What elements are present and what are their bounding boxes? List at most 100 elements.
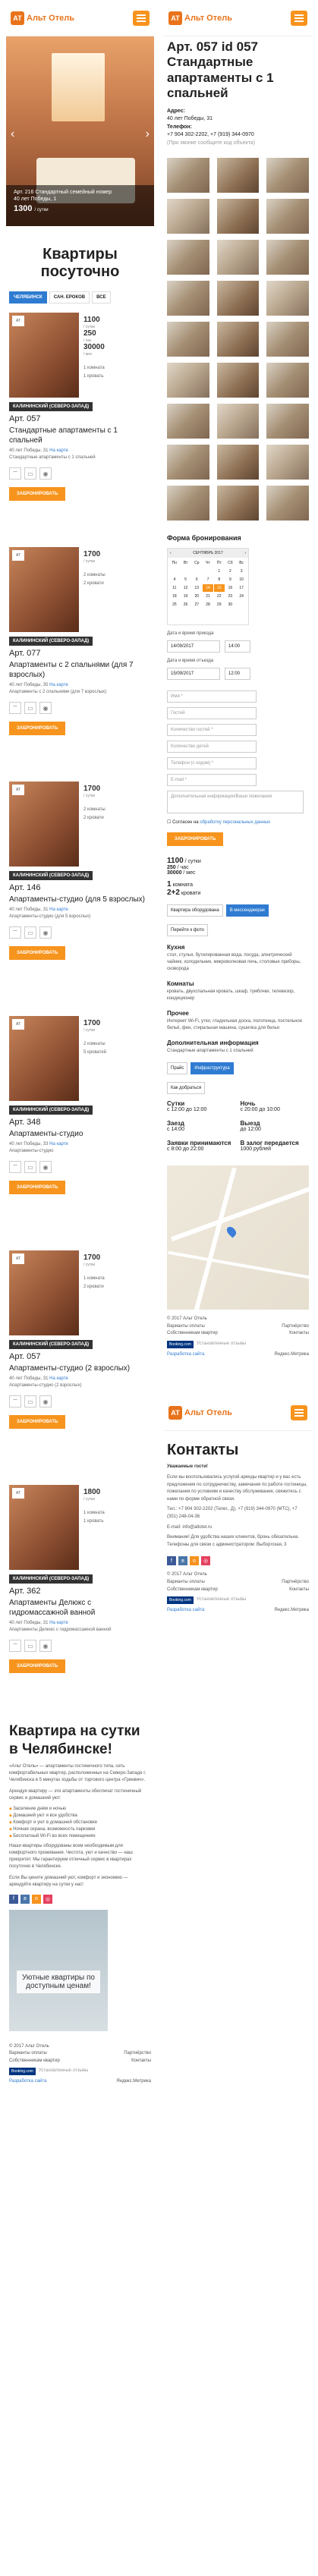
- gallery-thumb[interactable]: [167, 322, 209, 357]
- calendar-day[interactable]: 5: [181, 576, 191, 583]
- gallery-thumb[interactable]: [167, 281, 209, 316]
- listing-name[interactable]: Апартаменты-студио (2 взрослых): [9, 1363, 151, 1373]
- listing-name[interactable]: Апартаменты-студио (для 5 взрослых): [9, 895, 151, 904]
- map-link[interactable]: На карте: [49, 1621, 68, 1625]
- gallery-thumb[interactable]: [216, 199, 260, 234]
- comment-field[interactable]: Дополнительная информация/Ваши пожелания: [167, 791, 304, 814]
- map-link[interactable]: На карте: [49, 683, 68, 687]
- listing-photo[interactable]: АТ: [9, 547, 79, 632]
- book-button[interactable]: ЗАБРОНИРОВАТЬ: [9, 1659, 66, 1673]
- book-button[interactable]: ЗАБРОНИРОВАТЬ: [9, 1181, 66, 1194]
- calendar-day[interactable]: 11: [169, 584, 180, 592]
- footer-link-payment[interactable]: Варианты оплаты: [167, 1323, 205, 1331]
- listing-photo[interactable]: АТ: [9, 1485, 79, 1570]
- book-button[interactable]: ЗАБРОНИРОВАТЬ: [9, 946, 66, 960]
- calendar-day[interactable]: 22: [214, 593, 225, 600]
- gallery-thumb[interactable]: [216, 281, 260, 316]
- gallery-thumb[interactable]: [216, 158, 260, 193]
- booking-badge[interactable]: Booking.com: [167, 1596, 194, 1605]
- tab-price[interactable]: Прайс: [167, 1062, 188, 1075]
- gallery-thumb[interactable]: [266, 404, 309, 439]
- tab-photos[interactable]: Перейти к фото: [167, 924, 208, 937]
- calendar-prev-icon[interactable]: ‹: [170, 551, 172, 555]
- calendar-day[interactable]: 17: [236, 584, 247, 592]
- calendar-day[interactable]: 19: [181, 593, 191, 600]
- footer-link-owners[interactable]: Собственникам квартир: [9, 2058, 60, 2065]
- gallery-thumb[interactable]: [167, 486, 209, 521]
- gallery-thumb[interactable]: [216, 363, 260, 398]
- footer-dev-link[interactable]: Разработка сайта: [167, 1351, 204, 1359]
- hero-slider[interactable]: ‹ › Арт. 216 Стандартный семейный номер …: [6, 36, 154, 226]
- submit-button[interactable]: ЗАБРОНИРОВАТЬ: [167, 832, 224, 847]
- gallery-thumb[interactable]: [266, 199, 309, 234]
- gallery-thumb[interactable]: [266, 486, 309, 521]
- listing-photo[interactable]: АТ: [9, 1016, 79, 1101]
- calendar-day[interactable]: 12: [181, 584, 191, 592]
- gallery-thumb[interactable]: [216, 322, 260, 357]
- gallery-thumb[interactable]: [167, 158, 209, 193]
- calendar-day[interactable]: 4: [169, 576, 180, 583]
- calendar-day[interactable]: 16: [225, 584, 236, 592]
- next-arrow-icon[interactable]: ›: [146, 127, 150, 141]
- calendar-day[interactable]: 27: [191, 601, 202, 609]
- footer-link-payment[interactable]: Варианты оплаты: [9, 2050, 47, 2058]
- footer-link-partners[interactable]: Партнёрство: [282, 1323, 309, 1331]
- footer-link-contacts[interactable]: Контакты: [131, 2058, 151, 2065]
- book-button[interactable]: ЗАБРОНИРОВАТЬ: [9, 487, 66, 501]
- name-field[interactable]: Имя *: [167, 690, 257, 703]
- gallery-thumb[interactable]: [167, 363, 209, 398]
- map[interactable]: [167, 1165, 309, 1310]
- calendar-next-icon[interactable]: ›: [244, 551, 246, 555]
- tab-infrastructure[interactable]: Инфраструктура: [190, 1062, 234, 1075]
- calendar-day[interactable]: 9: [225, 576, 236, 583]
- listing-photo[interactable]: АТ: [9, 1250, 79, 1335]
- tab-messengers[interactable]: В мессенджерах: [225, 904, 269, 917]
- footer-link-owners[interactable]: Собственникам квартир: [167, 1587, 218, 1594]
- gallery-thumb[interactable]: [216, 445, 260, 480]
- booking-badge[interactable]: Booking.com: [167, 1340, 194, 1348]
- calendar-day[interactable]: 6: [191, 576, 202, 583]
- gallery-thumb[interactable]: [216, 240, 260, 275]
- calendar-day[interactable]: 10: [236, 576, 247, 583]
- book-button[interactable]: ЗАБРОНИРОВАТЬ: [9, 722, 66, 735]
- map-pin-icon[interactable]: [225, 1225, 238, 1238]
- calendar-day[interactable]: 24: [236, 593, 247, 600]
- calendar-day[interactable]: 26: [181, 601, 191, 609]
- listing-name[interactable]: Стандартные апартаменты с 1 спальней: [9, 426, 151, 445]
- calendar-day[interactable]: 2: [225, 568, 236, 575]
- calendar-day[interactable]: 8: [214, 576, 225, 583]
- gallery-thumb[interactable]: [266, 240, 309, 275]
- children-field[interactable]: Количество детей: [167, 741, 257, 753]
- logo[interactable]: АТ Альт Отель: [168, 1405, 232, 1420]
- calendar-day[interactable]: 30: [225, 601, 236, 609]
- map-link[interactable]: На карте: [49, 907, 68, 912]
- listing-name[interactable]: Апартаменты-студио: [9, 1129, 151, 1139]
- calendar-day[interactable]: 29: [214, 601, 225, 609]
- calendar-day[interactable]: 7: [203, 576, 213, 583]
- filter-city[interactable]: ЧЕЛЯБИНСК: [9, 291, 47, 304]
- logo[interactable]: АТ Альт Отель: [11, 11, 74, 25]
- calendar-day[interactable]: 3: [236, 568, 247, 575]
- gallery-thumb[interactable]: [167, 199, 209, 234]
- adults-field[interactable]: Количество гостей *: [167, 724, 257, 737]
- contacts-email[interactable]: E-mail: info@altotel.ru: [164, 1524, 312, 1532]
- calendar-day[interactable]: 14: [203, 584, 213, 593]
- gallery-thumb[interactable]: [266, 158, 309, 193]
- calendar-day[interactable]: 13: [191, 584, 202, 592]
- email-field[interactable]: E-mail *: [167, 774, 257, 787]
- listing-photo[interactable]: АТ: [9, 313, 79, 398]
- prev-arrow-icon[interactable]: ‹: [11, 127, 14, 141]
- ok-icon[interactable]: о: [32, 1894, 41, 1904]
- checkin-date-field[interactable]: 14/09/2017: [167, 640, 220, 653]
- footer-dev-link[interactable]: Разработка сайта: [167, 1607, 204, 1615]
- footer-link-payment[interactable]: Варианты оплаты: [167, 1579, 205, 1587]
- checkout-time-field[interactable]: 12:00: [225, 668, 250, 681]
- calendar-day[interactable]: 1: [214, 568, 225, 575]
- checkout-date-field[interactable]: 15/09/2017: [167, 668, 220, 681]
- footer-link-contacts[interactable]: Контакты: [289, 1330, 309, 1338]
- logo[interactable]: АТ Альт Отель: [168, 11, 232, 25]
- map-link[interactable]: На карте: [49, 1376, 68, 1381]
- calendar-day[interactable]: 21: [203, 593, 213, 600]
- gallery-thumb[interactable]: [216, 486, 260, 521]
- phone-value[interactable]: +7 904 302-2202, +7 (919) 344-0970: [167, 132, 254, 137]
